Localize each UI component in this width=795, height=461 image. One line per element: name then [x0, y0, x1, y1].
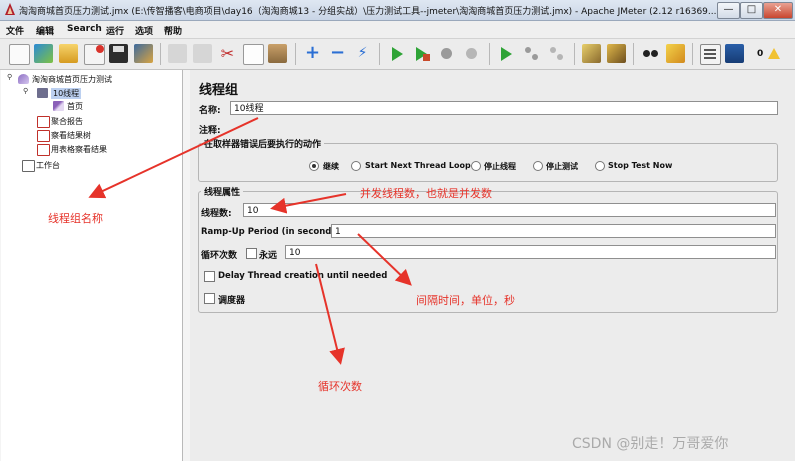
csdn-watermark: CSDN @别走！万哥爱你 — [572, 436, 729, 452]
arrow-interval — [357, 233, 412, 286]
annotation-thread-count: 并发线程数，也就是并发数 — [360, 187, 492, 200]
annotation-arrows — [88, 117, 412, 365]
annotation-interval: 间隔时间，单位，秒 — [416, 294, 515, 307]
jmeter-window: 淘淘商城首页压力测试.jmx (E:\传智播客\电商项目\day16（淘淘商城1… — [0, 0, 795, 461]
annotation-loop-count: 循环次数 — [318, 380, 362, 393]
annotation-thread-group-name: 线程组名称 — [48, 212, 103, 225]
arrow-thread-name — [88, 117, 259, 199]
arrow-loop-count — [315, 263, 345, 365]
arrow-thread-count — [270, 193, 347, 214]
